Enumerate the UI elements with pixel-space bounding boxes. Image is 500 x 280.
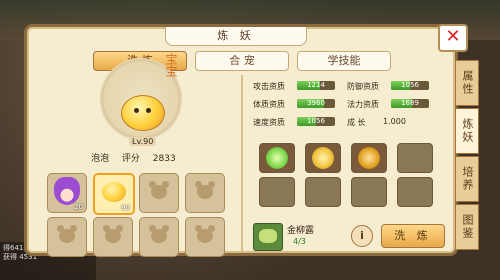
pet-slot[interactable]	[185, 173, 225, 213]
skill-slot[interactable]	[259, 143, 295, 173]
skill-slot[interactable]	[397, 143, 433, 173]
stat-value: 1056	[307, 117, 325, 125]
herb-item-icon[interactable]	[253, 223, 283, 251]
slot-level: 20	[74, 203, 83, 211]
panel-title: 炼 妖	[165, 27, 307, 46]
side-tab-gallery[interactable]: 图鉴	[455, 204, 479, 250]
pet-slot[interactable]	[93, 217, 133, 257]
skill-slot[interactable]	[305, 177, 341, 207]
score-label: 评分	[121, 154, 140, 164]
pet-slot[interactable]	[185, 217, 225, 257]
side-tab-train[interactable]: 培养	[455, 156, 479, 202]
empty-slot-icon	[149, 225, 169, 243]
stat-label: 体质资质	[253, 100, 285, 109]
pet-slot[interactable]	[47, 217, 87, 257]
stat-bar: 1689	[391, 99, 429, 108]
empty-slot-icon	[103, 225, 123, 243]
refine-pet-panel: 炼 妖 洗 炼 合 宠 学技能 宝宝 Lv.90 泡泡 评分 2833 20 9…	[24, 24, 458, 257]
skill-slot[interactable]	[305, 143, 341, 173]
stat-value: 1214	[307, 81, 325, 89]
stat-label: 攻击资质	[253, 82, 285, 91]
divider	[241, 75, 243, 251]
pet-slot[interactable]	[139, 217, 179, 257]
stat-value: 1056	[401, 81, 419, 89]
info-button[interactable]: i	[351, 225, 373, 247]
gold-charm-skill-icon	[312, 147, 334, 169]
girl-pet-icon	[54, 177, 80, 205]
stat-value: 3960	[307, 99, 325, 107]
tab-learn-skill[interactable]: 学技能	[297, 51, 391, 71]
side-tab-refine[interactable]: 炼妖	[455, 108, 479, 154]
stat-bar: 1056	[297, 117, 335, 126]
stat-bar: 1056	[391, 81, 429, 90]
pet-name: 泡泡	[91, 154, 110, 164]
skill-slot[interactable]	[397, 177, 433, 207]
stat-bar: 3960	[297, 99, 335, 108]
stat-label: 速度资质	[253, 118, 285, 127]
pet-slot[interactable]: 90	[93, 173, 135, 215]
slot-level: 90	[121, 204, 130, 212]
empty-slot-icon	[195, 225, 215, 243]
empty-slot-icon	[195, 181, 215, 199]
refine-item-row: 金柳露 4/3 i 洗 炼	[251, 221, 447, 251]
pet-sprite	[121, 95, 165, 131]
pet-meta: 泡泡 评分 2833	[91, 151, 186, 164]
stat-label: 防御资质	[347, 82, 379, 91]
stat-label: 法力资质	[347, 100, 379, 109]
empty-slot-icon	[149, 181, 169, 199]
empty-slot-icon	[57, 225, 77, 243]
score-value: 2833	[152, 154, 176, 164]
golden-idol-skill-icon	[358, 147, 380, 169]
blob-pet-icon	[102, 182, 126, 202]
stat-bar: 1214	[297, 81, 335, 90]
item-count: 4/3	[293, 237, 306, 246]
pet-slot[interactable]	[139, 173, 179, 213]
item-name: 金柳露	[287, 226, 315, 236]
side-tab-attributes[interactable]: 属性	[455, 60, 479, 106]
pet-title: 宝宝	[164, 53, 178, 77]
close-button[interactable]: ✕	[438, 24, 468, 52]
stat-value: 1689	[401, 99, 419, 107]
leaf-skill-icon	[266, 147, 288, 169]
wash-button[interactable]: 洗 炼	[381, 224, 445, 248]
skill-slot[interactable]	[351, 177, 387, 207]
skill-slot[interactable]	[259, 177, 295, 207]
pet-level: Lv.90	[129, 137, 157, 146]
growth-value: 1.000	[383, 117, 406, 126]
skill-slot[interactable]	[351, 143, 387, 173]
pet-display: 宝宝 Lv.90 泡泡 评分 2833	[41, 49, 227, 164]
pet-slot[interactable]: 20	[47, 173, 87, 213]
